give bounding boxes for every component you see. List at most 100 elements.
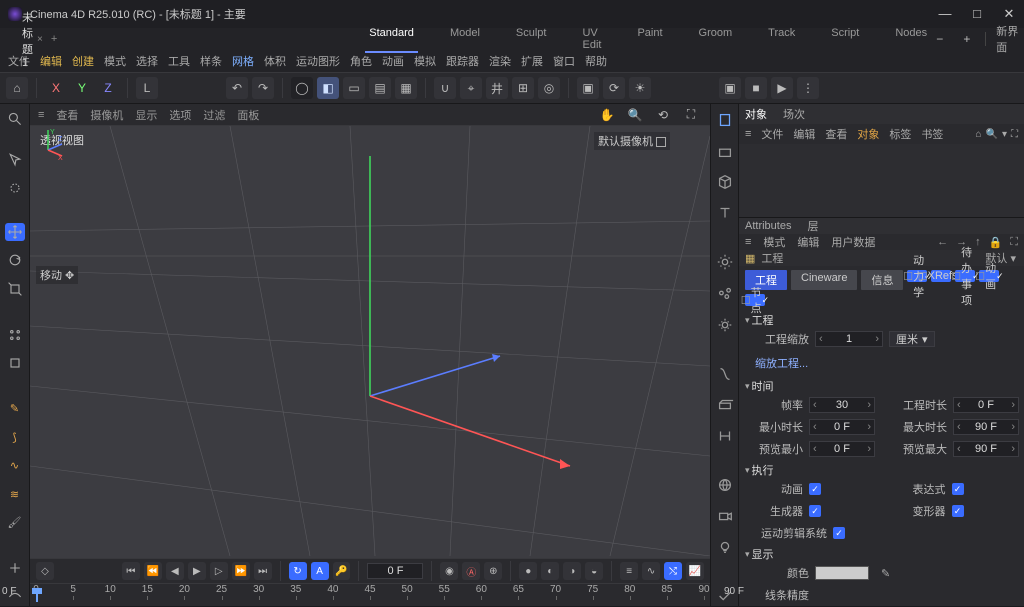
menu-file[interactable]: 文件 (8, 53, 30, 69)
deformer-icon[interactable] (715, 364, 735, 383)
render-queue-icon[interactable]: ⋮ (797, 77, 819, 99)
tl-rot-key-icon[interactable]: ◐ (541, 562, 559, 580)
render-settings-icon[interactable]: ■ (745, 77, 767, 99)
menu-tracker[interactable]: 跟踪器 (446, 53, 479, 69)
floor-icon[interactable] (715, 141, 735, 160)
tool-home-icon[interactable]: ⌂ (6, 77, 28, 99)
layout-standard[interactable]: Standard (365, 25, 418, 53)
field-icon[interactable] (715, 395, 735, 414)
camera2-icon[interactable] (715, 507, 735, 526)
cube-icon[interactable] (715, 172, 735, 191)
world-icon[interactable] (715, 475, 735, 494)
subtab-todo[interactable]: 待办事项 (955, 270, 975, 282)
menu-volume[interactable]: 体积 (264, 53, 286, 69)
tool-magnet-icon[interactable]: ∪ (434, 77, 456, 99)
live-select-icon[interactable] (5, 179, 25, 197)
tl-A-icon[interactable]: Ⓐ (462, 562, 480, 580)
axis-lock-icon[interactable] (5, 559, 25, 577)
menu-win[interactable]: 窗口 (553, 53, 575, 69)
tl-play-icon[interactable]: ▶ (188, 562, 206, 580)
om-home-icon[interactable]: ⌂ (975, 129, 981, 140)
subtab-info[interactable]: 信息 (861, 270, 903, 290)
om-menu-obj[interactable]: 对象 (857, 126, 879, 142)
section-time[interactable]: 时间 (739, 378, 1024, 394)
view-zoom-icon[interactable]: 🔍 (624, 104, 646, 126)
node-icon[interactable] (715, 426, 735, 445)
gear-icon[interactable] (715, 315, 735, 334)
view-menu-panel[interactable]: 面板 (237, 107, 259, 123)
bulb-icon[interactable] (715, 538, 735, 557)
section-exec[interactable]: 执行 (739, 462, 1024, 478)
tl-pla-key-icon[interactable]: ◒ (585, 562, 603, 580)
menu-mograph[interactable]: 运动图形 (296, 53, 340, 69)
tool-redo-icon[interactable]: ↷ (252, 77, 274, 99)
tl-nextframe-icon[interactable]: ▷ (210, 562, 228, 580)
view-menu-filter[interactable]: 过滤 (203, 107, 225, 123)
color-swatch[interactable] (815, 566, 869, 580)
tool-target-icon[interactable]: ◎ (538, 77, 560, 99)
tool-sphere-icon[interactable]: ◯ (291, 77, 313, 99)
view-menu-camera[interactable]: 摄像机 (90, 107, 123, 123)
layout-track[interactable]: Track (764, 25, 799, 53)
attr-hamburger[interactable]: ≡ (745, 236, 751, 248)
om-config-icon[interactable]: ⛶ (1011, 129, 1018, 140)
menu-ext[interactable]: 扩展 (521, 53, 543, 69)
tool-group1-icon[interactable]: ▭ (343, 77, 365, 99)
om-menu-tag[interactable]: 标签 (889, 126, 911, 142)
vertex-mode-icon[interactable] (5, 325, 25, 343)
expr-checkbox[interactable] (952, 483, 964, 495)
minus-icon[interactable]: − (931, 28, 948, 50)
search-icon[interactable] (5, 110, 25, 128)
record-key-icon[interactable]: ◇ (36, 562, 54, 580)
menu-char[interactable]: 角色 (350, 53, 372, 69)
menu-mode[interactable]: 模式 (104, 53, 126, 69)
picture-viewer-icon[interactable]: ▣ (719, 77, 741, 99)
view-menu-display[interactable]: 显示 (135, 107, 157, 123)
om-menu-book[interactable]: 书签 (921, 126, 943, 142)
menu-render[interactable]: 渲染 (489, 53, 511, 69)
layout-script[interactable]: Script (827, 25, 863, 53)
menu-edit[interactable]: 编辑 (40, 53, 62, 69)
tl-loop-icon[interactable]: ↻ (289, 562, 307, 580)
om-filter-icon[interactable]: ▾ (1002, 129, 1007, 140)
plus-icon[interactable]: + (958, 28, 975, 50)
project-time-field[interactable]: 0 F (953, 397, 1019, 413)
color-picker-icon[interactable]: ✎ (881, 567, 890, 580)
def-checkbox[interactable] (952, 505, 964, 517)
tool-cube-icon[interactable]: ◧ (317, 77, 339, 99)
subtab-xrefs[interactable]: XRefs (931, 270, 951, 282)
tl-autokey-icon[interactable]: A (311, 562, 329, 580)
subtab-nodes[interactable]: 节点 (745, 294, 765, 306)
om-search-icon[interactable]: 🔍 (986, 129, 998, 140)
tool-group2-icon[interactable]: ▤ (369, 77, 391, 99)
tl-prevkey-icon[interactable]: ⏪ (144, 562, 162, 580)
menu-select[interactable]: 选择 (136, 53, 158, 69)
subtab-cineware[interactable]: Cineware (791, 270, 857, 290)
spline-smooth-icon[interactable]: ≋ (5, 485, 25, 503)
layout-groom[interactable]: Groom (695, 25, 737, 53)
layout-model[interactable]: Model (446, 25, 484, 53)
preview-max-field[interactable]: 90 F (953, 441, 1019, 457)
rotate-tool-icon[interactable] (5, 251, 25, 269)
axis-x-toggle[interactable]: X (45, 77, 67, 99)
tl-key-icon[interactable]: 🔑 (333, 562, 351, 580)
om-hamburger[interactable]: ≡ (745, 128, 751, 140)
coord-toggle[interactable]: L (136, 77, 158, 99)
attr-edit[interactable]: 编辑 (797, 234, 819, 250)
view-menu-option[interactable]: 选项 (169, 107, 191, 123)
attr-user[interactable]: 用户数据 (831, 234, 875, 250)
text-icon[interactable] (715, 204, 735, 223)
layout-sculpt[interactable]: Sculpt (512, 25, 551, 53)
axis-y-toggle[interactable]: Y (71, 77, 93, 99)
preview-min-field[interactable]: 0 F (809, 441, 875, 457)
axis-z-toggle[interactable]: Z (97, 77, 119, 99)
viewport-camera-label[interactable]: 默认摄像机 (594, 132, 670, 150)
view-rotate-icon[interactable]: ⟲ (652, 104, 674, 126)
scale-tool-icon[interactable] (5, 280, 25, 298)
move-tool-icon[interactable] (5, 223, 25, 241)
nav-back-icon[interactable]: ← (937, 236, 948, 249)
anim-checkbox[interactable] (809, 483, 821, 495)
doc-tab-add[interactable]: + (51, 33, 57, 45)
om-menu-file[interactable]: 文件 (761, 126, 783, 142)
fps-field[interactable]: 30 (809, 397, 875, 413)
